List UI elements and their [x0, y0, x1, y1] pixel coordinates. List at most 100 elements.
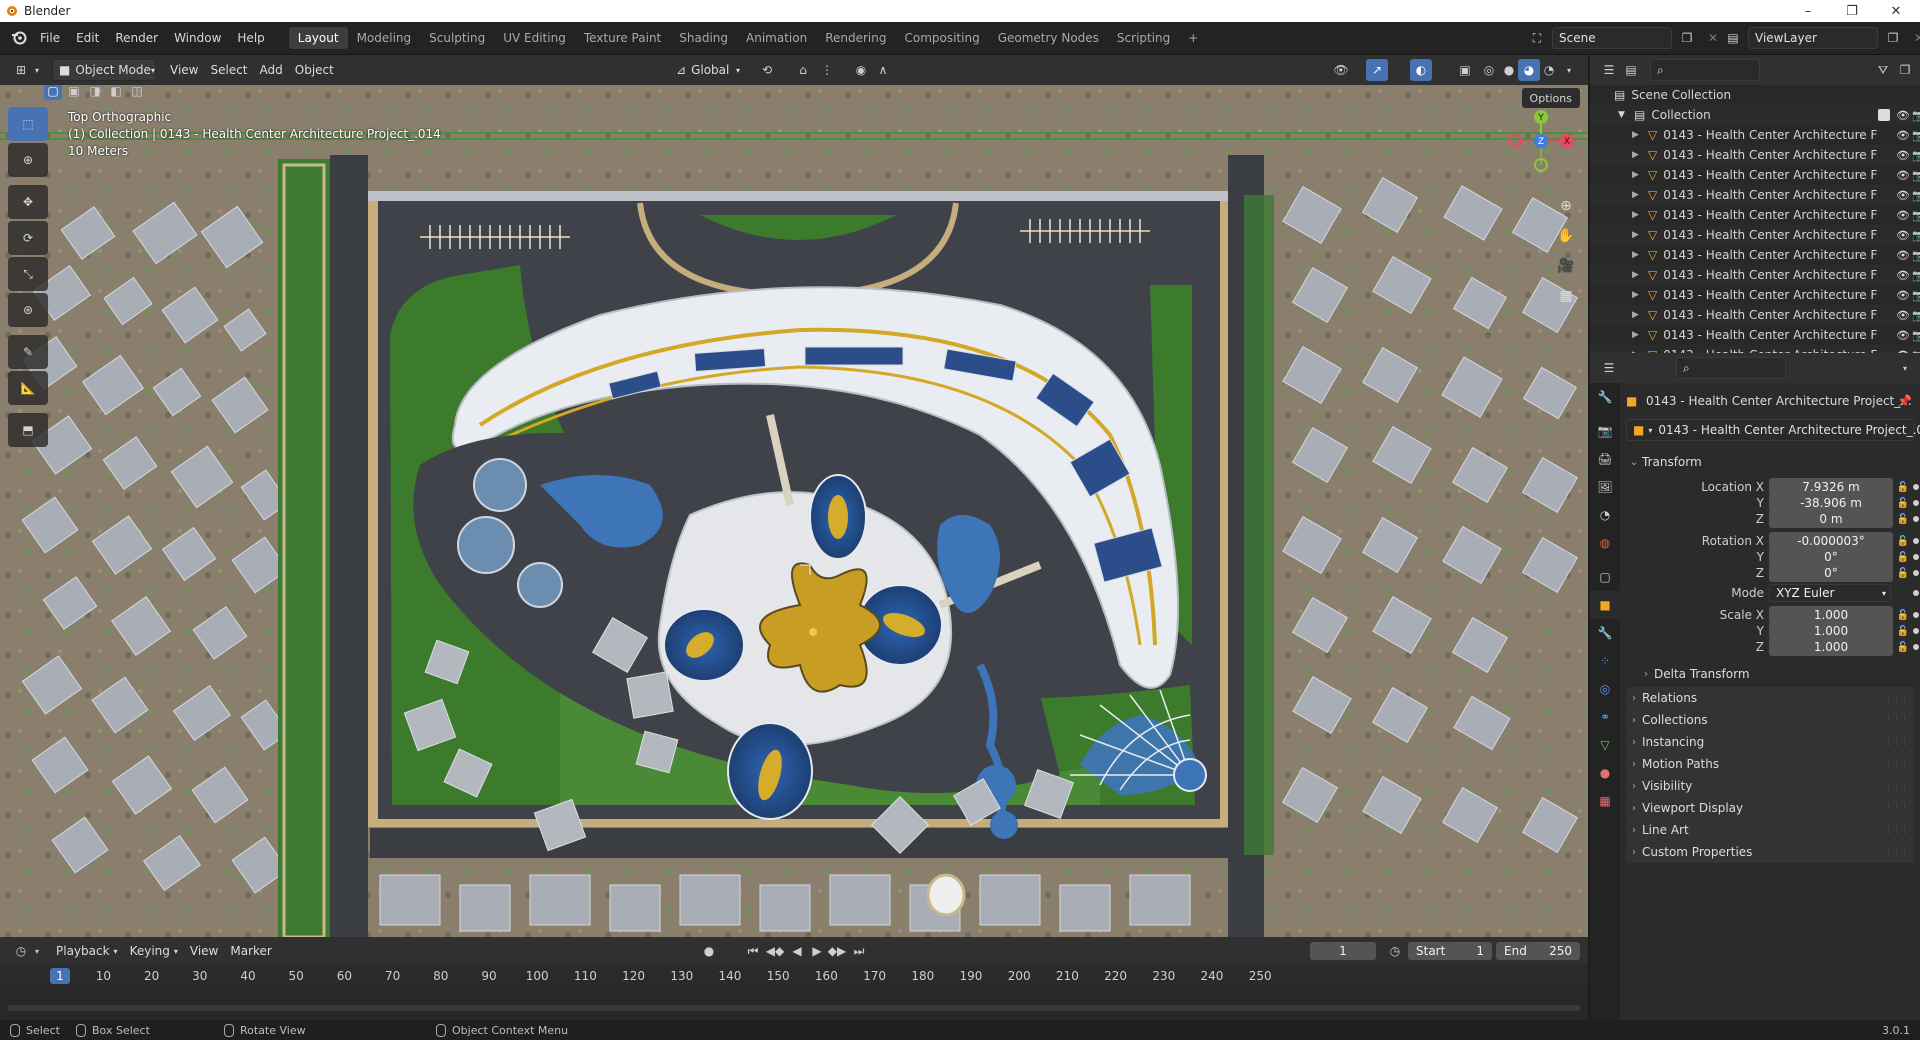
texture-tab-icon[interactable]: ▦: [1590, 787, 1620, 815]
data-tab-icon[interactable]: ▽: [1590, 731, 1620, 759]
delete-scene-icon[interactable]: ✕: [1702, 27, 1724, 49]
menu-select[interactable]: Select: [204, 59, 253, 81]
pivot-point-icon[interactable]: ⟲: [756, 59, 778, 81]
menu-edit[interactable]: Edit: [68, 31, 107, 45]
end-frame-field[interactable]: End 250: [1496, 942, 1580, 960]
snap-icon[interactable]: ⌂: [792, 59, 814, 81]
3d-viewport[interactable]: Top Orthographic (1) Collection | 0143 -…: [0, 85, 1588, 937]
properties-search-input[interactable]: ⌕: [1676, 357, 1786, 379]
camera-icon[interactable]: 📷: [1911, 147, 1920, 163]
navigation-gizmo[interactable]: Y Z X: [1498, 107, 1584, 177]
menu-view[interactable]: View: [164, 59, 204, 81]
chevron-right-icon[interactable]: ▶: [1632, 170, 1644, 180]
view-layer-tab-icon[interactable]: 🖼: [1590, 473, 1620, 501]
chevron-right-icon[interactable]: ▶: [1632, 230, 1644, 240]
overlays-toggle-icon[interactable]: ◐: [1410, 59, 1432, 81]
outliner-object-row[interactable]: ▶ ▽ 0143 - Health Center Architecture F 👁📷: [1590, 305, 1920, 325]
camera-icon[interactable]: 📷: [1911, 287, 1920, 303]
display-mode-icon[interactable]: ▤: [1620, 59, 1642, 81]
object-datablock-selector[interactable]: ■ ▾ 0143 - Health Center Architecture Pr…: [1626, 419, 1920, 441]
subtract-selection-icon[interactable]: ◨: [86, 85, 104, 100]
timeline-ruler[interactable]: 1 10 20 30 40 50 60 70 80 90 100 110 120 130 140 150 160…: [0, 965, 1588, 987]
close-window-button[interactable]: ✕: [1874, 0, 1918, 22]
chevron-down-icon[interactable]: ▾: [1894, 357, 1916, 379]
snap-target-icon[interactable]: ⋮: [816, 59, 838, 81]
outliner-collection[interactable]: ▼ ▤ Collection 👁 📷: [1590, 105, 1920, 125]
drag-grip-icon[interactable]: ⋮⋮⋮: [1884, 715, 1909, 725]
exclude-checkbox[interactable]: [1878, 109, 1890, 121]
transform-tool[interactable]: ⊛: [8, 293, 48, 327]
eye-icon[interactable]: 👁: [1895, 207, 1911, 223]
panel-instancing[interactable]: › Instancing ⋮⋮⋮: [1626, 731, 1914, 753]
menu-window[interactable]: Window: [166, 31, 229, 45]
new-selection-icon[interactable]: ▢: [44, 85, 62, 100]
physics-tab-icon[interactable]: ◎: [1590, 675, 1620, 703]
panel-relations[interactable]: › Relations ⋮⋮⋮: [1626, 687, 1914, 709]
minimize-button[interactable]: –: [1786, 0, 1830, 22]
panel-custom-properties[interactable]: › Custom Properties ⋮⋮⋮: [1626, 841, 1914, 863]
shading-options-icon[interactable]: ▾: [1558, 59, 1580, 81]
scale-z-field[interactable]: 1.000: [1769, 638, 1893, 656]
camera-icon[interactable]: 📷: [1911, 227, 1920, 243]
zoom-view-icon[interactable]: ⊕: [1552, 192, 1580, 220]
intersect-selection-icon[interactable]: ◫: [128, 85, 146, 100]
outliner-object-row[interactable]: ▶ ▽ 0143 - Health Center Architecture F 👁📷: [1590, 145, 1920, 165]
annotate-tool[interactable]: ✎: [8, 335, 48, 369]
lock-icon[interactable]: 🔓: [1897, 641, 1909, 653]
options-dropdown[interactable]: Options: [1521, 88, 1580, 108]
lock-icon[interactable]: 🔓: [1897, 481, 1909, 493]
world-tab-icon[interactable]: ◍: [1590, 529, 1620, 557]
tab-scripting[interactable]: Scripting: [1108, 27, 1179, 49]
scene-selector[interactable]: Scene: [1552, 27, 1672, 49]
chevron-right-icon[interactable]: ▶: [1632, 330, 1644, 340]
render-tab-icon[interactable]: 📷: [1590, 417, 1620, 445]
scene-tab-icon[interactable]: ◔: [1590, 501, 1620, 529]
eye-icon[interactable]: 👁: [1895, 327, 1911, 343]
lock-icon[interactable]: 🔓: [1897, 497, 1909, 509]
eye-icon[interactable]: 👁: [1895, 307, 1911, 323]
new-view-layer-icon[interactable]: ❐: [1882, 27, 1904, 49]
preview-range-icon[interactable]: ◷: [1384, 940, 1406, 962]
menu-marker[interactable]: Marker: [224, 940, 277, 962]
eye-icon[interactable]: 👁: [1895, 147, 1911, 163]
chevron-right-icon[interactable]: ▶: [1632, 270, 1644, 280]
chevron-right-icon[interactable]: ▶: [1632, 130, 1644, 140]
eye-icon[interactable]: 👁: [1895, 167, 1911, 183]
menu-object[interactable]: Object: [289, 59, 340, 81]
wireframe-shading-icon[interactable]: ◎: [1478, 59, 1500, 81]
modifier-tab-icon[interactable]: 🔧: [1590, 619, 1620, 647]
output-tab-icon[interactable]: 🖨: [1590, 445, 1620, 473]
current-frame-field[interactable]: 1: [1310, 942, 1376, 960]
tab-rendering[interactable]: Rendering: [816, 27, 895, 49]
tab-compositing[interactable]: Compositing: [895, 27, 988, 49]
drag-grip-icon[interactable]: ⋮⋮⋮: [1884, 803, 1909, 813]
mode-selector[interactable]: ■ Object Mode ▾: [52, 59, 156, 81]
menu-playback[interactable]: Playback ▾: [50, 940, 124, 962]
lock-icon[interactable]: 🔓: [1897, 551, 1909, 563]
transform-orientation-selector[interactable]: ⊿ Global ▾: [670, 59, 746, 81]
camera-icon[interactable]: 📷: [1911, 207, 1920, 223]
outliner-object-row[interactable]: ▶ ▽ 0143 - Health Center Architecture F 👁📷: [1590, 245, 1920, 265]
delta-transform-header[interactable]: › Delta Transform: [1638, 663, 1914, 685]
menu-file[interactable]: File: [32, 31, 68, 45]
tab-modeling[interactable]: Modeling: [348, 27, 421, 49]
lock-icon[interactable]: 🔓: [1897, 535, 1909, 547]
lock-icon[interactable]: 🔓: [1897, 625, 1909, 637]
keyframe-dot[interactable]: [1913, 500, 1919, 506]
drag-grip-icon[interactable]: ⋮⋮⋮: [1884, 781, 1909, 791]
eye-icon[interactable]: 👁: [1895, 287, 1911, 303]
invert-selection-icon[interactable]: ◧: [107, 85, 125, 100]
keyframe-dot[interactable]: [1913, 484, 1919, 490]
rotation-mode-select[interactable]: XYZ Euler ▾: [1769, 584, 1891, 602]
panel-visibility[interactable]: › Visibility ⋮⋮⋮: [1626, 775, 1914, 797]
play-reverse-icon[interactable]: ◀: [786, 940, 808, 962]
falloff-icon[interactable]: ∧: [872, 59, 894, 81]
pan-view-icon[interactable]: ✋: [1552, 222, 1580, 250]
scene-icon[interactable]: ⛶: [1526, 27, 1548, 49]
record-icon[interactable]: ●: [698, 940, 720, 962]
chevron-right-icon[interactable]: ▶: [1632, 290, 1644, 300]
keyframe-dot[interactable]: [1913, 554, 1919, 560]
timeline-scrollbar[interactable]: [8, 1005, 1580, 1011]
keyframe-dot[interactable]: [1913, 628, 1919, 634]
solid-shading-icon[interactable]: ●: [1498, 59, 1520, 81]
